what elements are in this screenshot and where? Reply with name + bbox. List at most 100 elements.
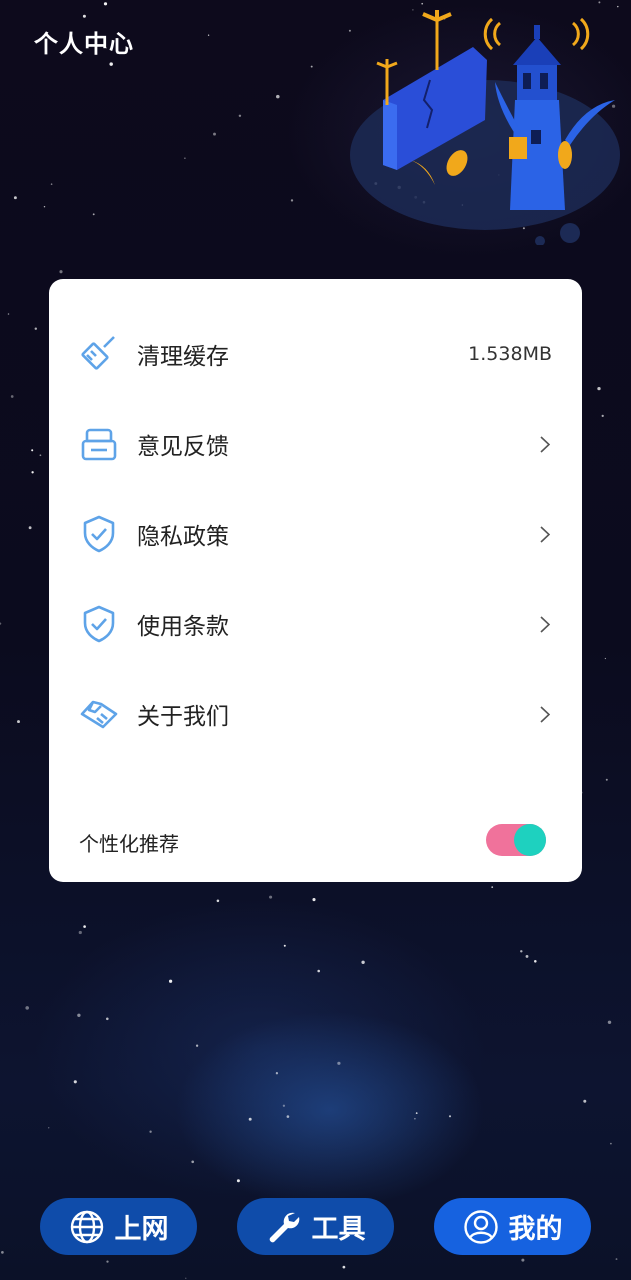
star bbox=[604, 657, 607, 660]
star bbox=[282, 1104, 286, 1107]
cache-size-value: 1.538MB bbox=[468, 343, 552, 365]
chevron-right-icon bbox=[540, 706, 550, 723]
personalized-recommendation-row: 个性化推荐 bbox=[49, 810, 582, 870]
star bbox=[1, 1251, 4, 1254]
star bbox=[342, 1265, 346, 1269]
nav-button-internet[interactable]: 上网 bbox=[40, 1198, 197, 1255]
star bbox=[59, 270, 63, 274]
nav-button-mine[interactable]: 我的 bbox=[434, 1198, 591, 1255]
star bbox=[415, 1112, 418, 1114]
chevron-right-icon bbox=[540, 616, 550, 633]
star bbox=[109, 62, 113, 66]
menu-item-label: 意见反馈 bbox=[137, 434, 229, 460]
star bbox=[610, 1142, 612, 1145]
star bbox=[106, 1017, 109, 1021]
wrench-icon bbox=[269, 1212, 299, 1242]
star bbox=[312, 898, 316, 902]
toggle-knob bbox=[514, 824, 546, 856]
menu-item-privacy-policy[interactable]: 隐私政策 bbox=[49, 489, 582, 579]
star bbox=[31, 471, 34, 474]
star bbox=[207, 34, 210, 36]
toggle-label: 个性化推荐 bbox=[79, 832, 179, 856]
star bbox=[43, 205, 46, 208]
menu-item-label: 关于我们 bbox=[137, 704, 229, 730]
menu-item-label: 使用条款 bbox=[137, 614, 229, 640]
star bbox=[31, 449, 34, 452]
menu-item-terms-of-use[interactable]: 使用条款 bbox=[49, 579, 582, 669]
star bbox=[7, 313, 10, 315]
star bbox=[48, 1127, 50, 1129]
star bbox=[361, 960, 365, 964]
menu-item-label: 隐私政策 bbox=[137, 524, 229, 550]
star bbox=[168, 979, 173, 983]
star bbox=[534, 960, 537, 963]
star bbox=[583, 1099, 587, 1103]
star bbox=[149, 1130, 152, 1133]
star bbox=[448, 1115, 452, 1118]
star bbox=[521, 1258, 525, 1262]
chevron-right-icon bbox=[540, 436, 550, 453]
star bbox=[236, 1179, 240, 1183]
star bbox=[248, 1117, 252, 1121]
star bbox=[317, 969, 321, 973]
star bbox=[0, 622, 2, 625]
star bbox=[605, 778, 608, 781]
globe-icon bbox=[70, 1210, 103, 1243]
star bbox=[286, 1115, 290, 1118]
star bbox=[598, 1, 601, 4]
star bbox=[185, 1277, 187, 1279]
star bbox=[103, 2, 108, 6]
star bbox=[213, 132, 216, 136]
star bbox=[10, 395, 14, 398]
star bbox=[73, 1080, 77, 1084]
star bbox=[275, 1072, 279, 1075]
menu-item-about-us[interactable]: 关于我们 bbox=[49, 669, 582, 759]
shield-check-icon bbox=[83, 515, 115, 553]
star bbox=[276, 94, 280, 99]
star bbox=[238, 114, 242, 118]
lighthouse-illustration bbox=[350, 10, 620, 245]
star bbox=[13, 196, 17, 200]
broom-icon bbox=[81, 336, 115, 370]
nav-button-tools[interactable]: 工具 bbox=[237, 1198, 394, 1255]
star bbox=[269, 895, 273, 899]
menu-item-label: 清理缓存 bbox=[137, 344, 229, 370]
star bbox=[607, 1020, 612, 1025]
user-icon bbox=[463, 1209, 498, 1244]
feedback-box-icon bbox=[81, 428, 117, 461]
star bbox=[34, 327, 37, 330]
menu-item-clear-cache[interactable]: 清理缓存 1.538MB bbox=[49, 309, 582, 399]
star bbox=[283, 944, 286, 947]
star bbox=[491, 886, 494, 888]
menu-item-feedback[interactable]: 意见反馈 bbox=[49, 399, 582, 489]
nav-label: 工具 bbox=[311, 1214, 366, 1245]
star bbox=[77, 1013, 81, 1017]
star bbox=[216, 899, 220, 903]
settings-card: 清理缓存 1.538MB 意见反馈 隐私政策 使用条款 关于我们 个性化推荐 bbox=[49, 279, 582, 882]
star bbox=[25, 1006, 29, 1010]
star bbox=[50, 183, 53, 185]
star bbox=[601, 414, 604, 418]
star bbox=[615, 1258, 618, 1261]
star bbox=[83, 925, 86, 928]
star bbox=[191, 1160, 195, 1164]
personalized-recommendation-toggle[interactable] bbox=[486, 824, 546, 856]
star bbox=[337, 1061, 341, 1065]
star bbox=[92, 213, 95, 216]
star bbox=[290, 199, 294, 202]
star bbox=[106, 1260, 109, 1263]
star bbox=[78, 930, 82, 935]
star bbox=[310, 65, 313, 68]
star bbox=[184, 157, 186, 159]
chevron-right-icon bbox=[540, 526, 550, 543]
star bbox=[82, 14, 86, 18]
nav-label: 我的 bbox=[508, 1214, 563, 1245]
star bbox=[17, 720, 20, 724]
handshake-icon bbox=[80, 700, 118, 729]
star bbox=[520, 950, 523, 953]
page-title: 个人中心 bbox=[34, 30, 134, 58]
star bbox=[39, 454, 42, 457]
star bbox=[525, 954, 529, 958]
star bbox=[414, 1117, 416, 1120]
shield-check-icon bbox=[83, 605, 115, 643]
